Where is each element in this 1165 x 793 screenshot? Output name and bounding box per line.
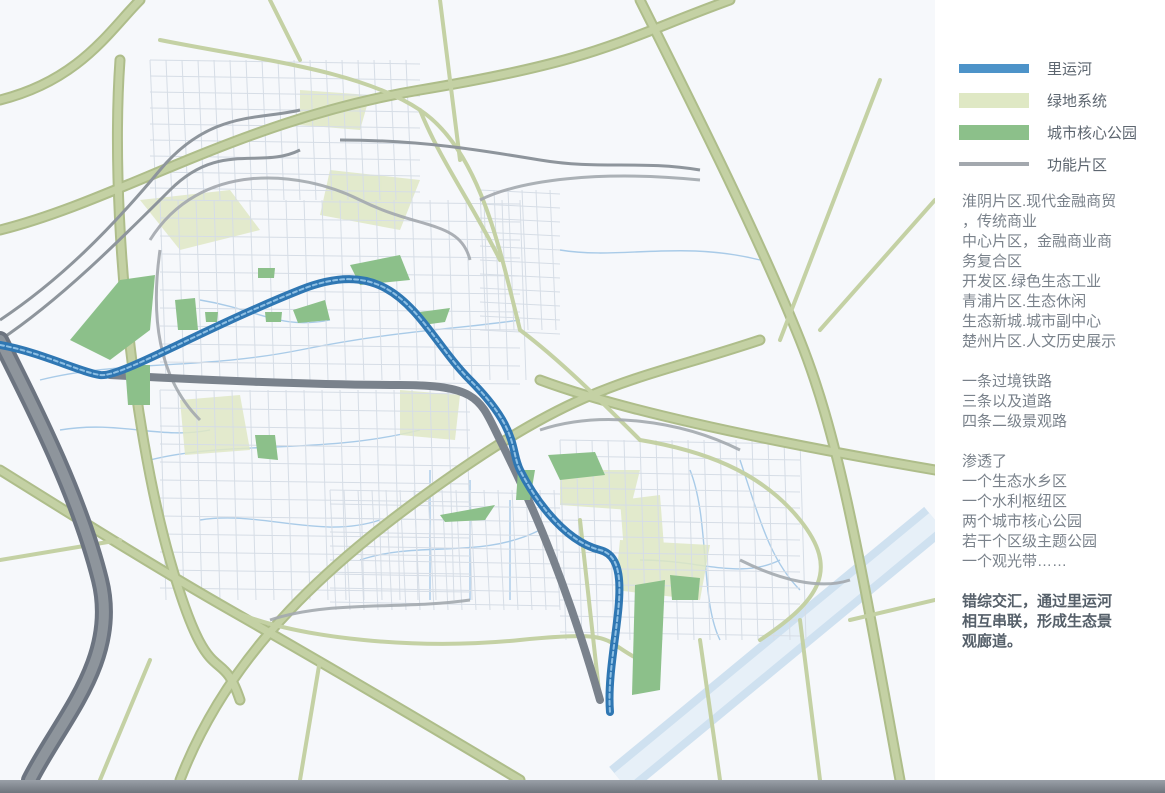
- road-description: 一条过境铁路 三条以及道路 四条二级景观路: [962, 372, 1162, 432]
- permeate-line: 渗透了: [962, 453, 1008, 470]
- permeate-line: 两个城市核心公园: [962, 513, 1083, 530]
- zone-line: 楚州片区.人文历史展示: [962, 333, 1117, 350]
- zone-line: 青浦片区.生态休闲: [962, 293, 1087, 310]
- legend-swatch-green: [959, 92, 1029, 108]
- map-legend: 里运河 绿地系统 城市核心公园 功能片区: [959, 52, 1159, 180]
- zone-line: 中心片区，金融商业商: [962, 233, 1113, 250]
- summary-line: 相互串联，形成生态景: [962, 613, 1113, 630]
- summary-text: 错综交汇，通过里运河 相互串联，形成生态景 观廊道。: [962, 592, 1162, 652]
- zone-description: 淮阴片区.现代金融商贸 ，传统商业 中心片区，金融商业商 务复合区 开发区.绿色…: [962, 192, 1162, 352]
- permeate-line: 若干个区级主题公园: [962, 533, 1098, 550]
- legend-item-park: 城市核心公园: [959, 116, 1159, 148]
- zone-line: ，传统商业: [962, 213, 1038, 230]
- legend-label-zone: 功能片区: [1047, 156, 1108, 174]
- permeate-line: 一个水利枢纽区: [962, 493, 1068, 510]
- legend-item-green: 绿地系统: [959, 84, 1159, 116]
- zone-line: 生态新城.城市副中心: [962, 313, 1102, 330]
- permeate-description: 渗透了 一个生态水乡区 一个水利枢纽区 两个城市核心公园 若干个区级主题公园 一…: [962, 452, 1162, 572]
- zone-line: 务复合区: [962, 253, 1023, 270]
- permeate-line: 一个观光带……: [962, 553, 1068, 570]
- legend-label-canal: 里运河: [1047, 60, 1093, 78]
- permeate-line: 一个生态水乡区: [962, 473, 1068, 490]
- legend-swatch-canal: [959, 63, 1029, 73]
- legend-swatch-zone: [959, 162, 1029, 166]
- map-svg: [0, 0, 935, 780]
- road-line: 三条以及道路: [962, 393, 1053, 410]
- legend-swatch-park: [959, 124, 1029, 140]
- zone-line: 淮阴片区.现代金融商贸: [962, 193, 1117, 210]
- road-line: 四条二级景观路: [962, 413, 1068, 430]
- bottom-bar: [0, 780, 1165, 793]
- legend-item-canal: 里运河: [959, 52, 1159, 84]
- legend-panel: 里运河 绿地系统 城市核心公园 功能片区 淮阴片区.现代金融商贸 ，传统商业 中…: [935, 0, 1165, 780]
- legend-label-green: 绿地系统: [1047, 92, 1108, 110]
- legend-label-park: 城市核心公园: [1047, 124, 1138, 142]
- summary-line: 观廊道。: [962, 633, 1023, 650]
- zone-line: 开发区.绿色生态工业: [962, 273, 1102, 290]
- summary-line: 错综交汇，通过里运河: [962, 593, 1113, 610]
- legend-item-zone: 功能片区: [959, 148, 1159, 180]
- road-line: 一条过境铁路: [962, 373, 1053, 390]
- map-canvas[interactable]: [0, 0, 935, 780]
